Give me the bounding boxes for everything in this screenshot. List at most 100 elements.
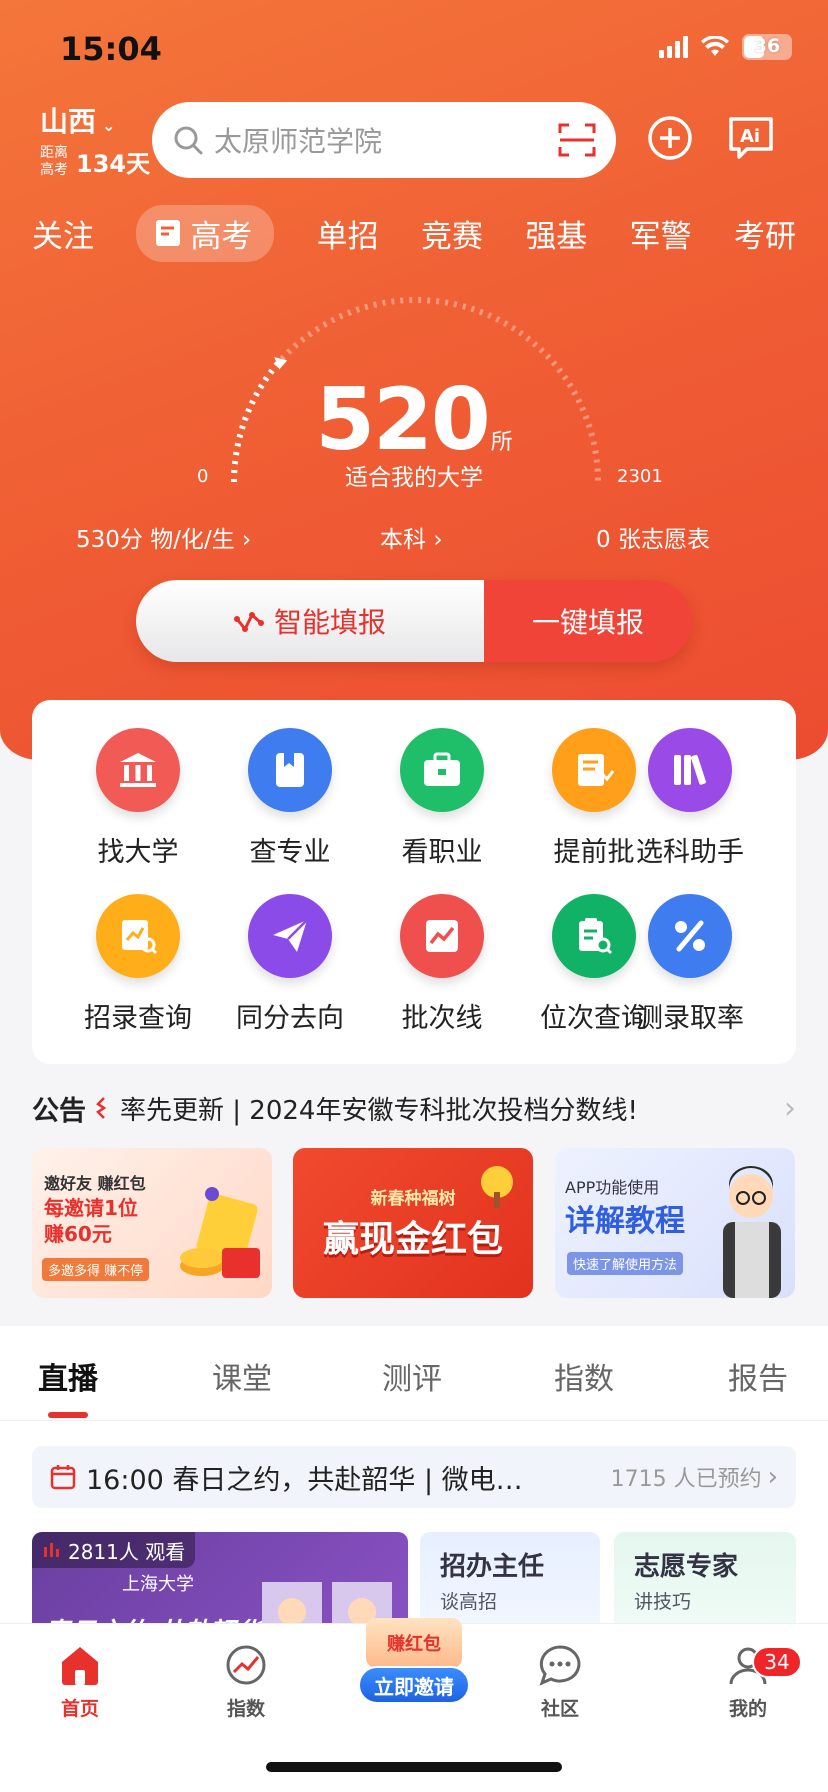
calendar-icon: [50, 1465, 76, 1490]
smart-fill-button[interactable]: 智能填报: [136, 580, 484, 662]
tab-classroom[interactable]: 课堂: [212, 1354, 272, 1398]
live-reserved-count: 1715 人已预约: [610, 1467, 762, 1492]
subject-helper-item[interactable]: 选科助手: [614, 728, 766, 869]
signal-icon: [659, 36, 688, 58]
scan-icon[interactable]: [558, 122, 596, 158]
tab-live[interactable]: 直播: [38, 1354, 98, 1398]
view-career-item[interactable]: 看职业: [366, 728, 518, 869]
home-icon: [62, 1647, 98, 1685]
trend-line-icon: [400, 894, 484, 978]
home-indicator: [266, 1762, 562, 1772]
score-selector[interactable]: 530分 物/化/生 ›: [76, 520, 251, 554]
gauge-min: 0: [197, 466, 209, 487]
live-schedule-bar[interactable]: 16:00 春日之约，共赴韶华 | 微电… 1715 人已预约 ›: [32, 1446, 796, 1508]
same-score-destination-item[interactable]: 同分去向: [214, 894, 366, 1035]
nav-home[interactable]: 首页: [30, 1644, 130, 1721]
tutorial-tag: 快速了解使用方法: [567, 1252, 684, 1275]
tab-index[interactable]: 指数: [554, 1354, 614, 1398]
gauge-max: 2301: [617, 466, 663, 487]
nav-community[interactable]: 社区: [510, 1644, 610, 1721]
find-university-item[interactable]: 找大学: [62, 728, 214, 869]
function-label: 同分去向: [236, 1003, 344, 1034]
chevron-right-icon: ›: [433, 527, 443, 553]
tab-strong-base[interactable]: 强基: [525, 211, 587, 256]
nav-mine[interactable]: 我的 34: [698, 1644, 802, 1721]
search-input[interactable]: 太原师范学院: [214, 120, 558, 160]
announcement-text: 率先更新 | 2024年安徽专科批次投档分数线!: [120, 1095, 638, 1126]
svg-text:Ai: Ai: [740, 126, 760, 147]
battery-level: 36: [753, 35, 781, 57]
tab-report[interactable]: 报告: [728, 1354, 788, 1398]
exam-countdown: 距离高考 134天: [40, 144, 150, 179]
nav-label: 指数: [226, 1698, 265, 1720]
one-click-fill-button[interactable]: 一键填报: [484, 580, 692, 662]
school-name: 上海大学: [122, 1574, 194, 1595]
search-major-item[interactable]: 查专业: [214, 728, 366, 869]
coins-illustration: [180, 1187, 260, 1278]
boy-illustration: [723, 1166, 781, 1298]
tab-follow[interactable]: 关注: [32, 211, 94, 256]
level-selector[interactable]: 本科 ›: [380, 520, 443, 554]
notification-badge: 34: [752, 1646, 802, 1678]
tab-competition[interactable]: 竞赛: [421, 211, 483, 256]
active-tab-indicator: [48, 1412, 88, 1418]
card-title: 志愿专家: [634, 1552, 739, 1582]
match-caption: 适合我的大学: [345, 465, 483, 491]
admission-query-item[interactable]: 招录查询: [62, 894, 214, 1035]
category-tabs: 关注 高考 单招 竞赛 强基 军警 考研: [32, 204, 796, 262]
tab-military-police[interactable]: 军警: [630, 211, 692, 256]
search-bar[interactable]: 太原师范学院: [152, 102, 616, 178]
match-count-value: 520: [315, 370, 491, 470]
live-title: 16:00 春日之约，共赴韶华 | 微电…: [86, 1464, 523, 1496]
viewer-count-badge: 2811人 观看: [32, 1532, 196, 1568]
tab-gaokao[interactable]: 高考: [136, 204, 275, 262]
province-label: 山西 ⌄: [40, 105, 116, 138]
nav-index[interactable]: 指数: [196, 1644, 296, 1721]
tab-single-recruit[interactable]: 单招: [317, 211, 379, 256]
nav-label: 首页: [60, 1698, 99, 1720]
percent-icon: [648, 894, 732, 978]
batch-line-item[interactable]: 批次线: [366, 894, 518, 1035]
function-label: 看职业: [401, 837, 483, 868]
tab-evaluation[interactable]: 测评: [382, 1354, 442, 1398]
countdown-value: 134天: [76, 150, 151, 178]
invite-banner[interactable]: 邀好友 赚红包 每邀请1位 赚60元 多邀多得 赚不停: [32, 1148, 272, 1298]
chevron-right-icon: ›: [767, 1462, 778, 1492]
briefcase-icon: [400, 728, 484, 812]
function-label: 批次线: [401, 1003, 483, 1034]
admission-rate-item[interactable]: 测录取率: [614, 894, 766, 1035]
invite-tag: 多邀多得 赚不停: [42, 1258, 150, 1281]
speaker-icon: [96, 1097, 107, 1119]
function-grid: 找大学 查专业 看职业 提前批 选科助手 招录查询 同分去向 批次线 位次查询 …: [32, 700, 796, 1064]
fill-buttons: 智能填报 一键填报: [136, 580, 692, 662]
countdown-label: 距离高考: [40, 144, 68, 178]
match-count-unit: 所: [490, 430, 513, 455]
invite-now-label: 立即邀请: [358, 1666, 470, 1704]
red-packet-banner[interactable]: 新春种福树 赢现金红包: [293, 1148, 533, 1298]
location-selector[interactable]: 山西 ⌄ 距离高考 134天: [40, 100, 150, 179]
books-icon: [648, 728, 732, 812]
invite-line2: 每邀请1位: [44, 1196, 138, 1220]
tree-illustration: [481, 1166, 513, 1208]
invite-nav-button[interactable]: 赚红包 立即邀请: [352, 1604, 476, 1714]
forms-count[interactable]: 0 张志愿表: [596, 520, 710, 554]
announcement-bar[interactable]: 公告 率先更新 | 2024年安徽专科批次投档分数线! ›: [32, 1088, 796, 1128]
ai-assistant-button[interactable]: Ai: [722, 112, 780, 164]
function-label: 查专业: [249, 837, 331, 868]
chevron-right-icon: ›: [242, 527, 252, 553]
live-bars-icon: [44, 1543, 59, 1557]
announcement-tag: 公告: [32, 1095, 86, 1127]
battery-icon: 36: [742, 34, 792, 60]
note-icon: [156, 220, 181, 246]
red-packet-main: 赢现金红包: [322, 1219, 503, 1260]
chat-bubble-icon: [539, 1645, 581, 1686]
divider: [0, 1420, 828, 1421]
tab-postgraduate[interactable]: 考研: [734, 211, 796, 256]
plus-circle-icon: [648, 116, 692, 160]
tutorial-line1: APP功能使用: [565, 1178, 660, 1197]
add-button[interactable]: [644, 112, 696, 164]
network-icon: [233, 612, 264, 632]
tutorial-banner[interactable]: APP功能使用 详解教程 快速了解使用方法: [555, 1148, 795, 1298]
search-icon: [174, 126, 203, 155]
ai-chat-icon: Ai: [729, 117, 773, 159]
